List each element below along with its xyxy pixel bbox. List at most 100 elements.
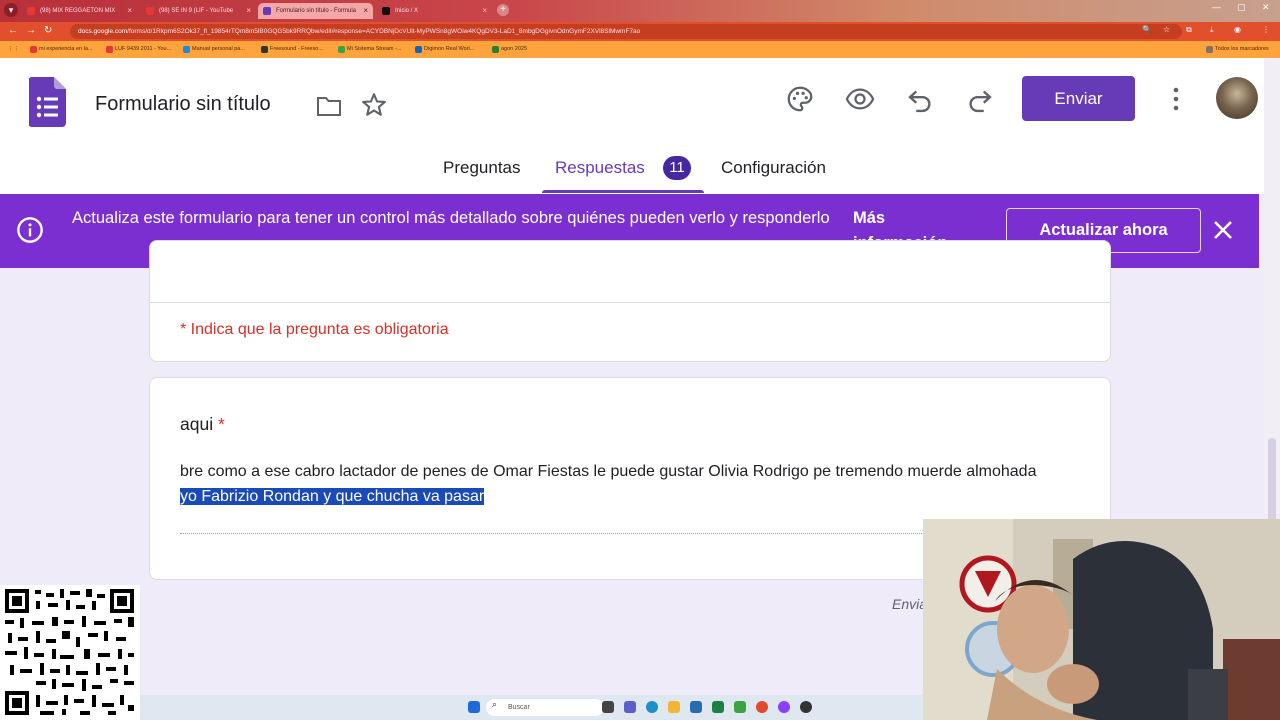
youtube-icon	[146, 7, 154, 15]
task-view-icon[interactable]	[602, 701, 614, 713]
store-icon[interactable]	[690, 701, 702, 713]
star-icon[interactable]	[360, 91, 388, 119]
youtube-icon	[27, 7, 35, 15]
edge-icon[interactable]	[646, 701, 658, 713]
tab-settings[interactable]: Configuración	[721, 158, 826, 178]
taskbar-search-placeholder: Buscar	[508, 704, 530, 711]
url-path: /forms/d/1Rkpm6S2Ok37_fl_19854rTQm8m5lB0…	[127, 28, 641, 35]
qr-code	[0, 585, 140, 720]
bookmark-label: LUF 9439 2011 - You...	[115, 46, 172, 52]
taskbar-search[interactable]: Buscar	[486, 699, 604, 716]
bookmark-star-icon[interactable]: ☆	[1163, 25, 1170, 34]
close-tab-icon[interactable]: ×	[246, 3, 251, 19]
bookmark-item[interactable]: Digimon Real Worl...	[415, 44, 474, 55]
webcam-overlay	[923, 519, 1280, 720]
tab-search-icon[interactable]: ▾	[4, 3, 18, 17]
preview-eye-icon[interactable]	[845, 84, 875, 114]
x-icon	[382, 7, 390, 15]
divider	[150, 302, 1110, 303]
bookmark-label: agon 2025	[501, 46, 527, 52]
undo-icon[interactable]	[905, 84, 935, 114]
answer-field[interactable]: bre como a ese cabro lactador de penes d…	[180, 459, 1060, 509]
tab-questions[interactable]: Preguntas	[443, 158, 521, 178]
redo-icon[interactable]	[965, 84, 995, 114]
url-host: docs.google.com	[78, 28, 128, 35]
bookmark-label: Mi Sistema Stream -...	[347, 46, 402, 52]
browser-tab-active[interactable]: Formulario sin título - Formula ×	[258, 3, 373, 19]
bookmark-item[interactable]: mi experiencia en la...	[30, 44, 93, 55]
responses-count-badge: 11	[663, 156, 691, 180]
bookmark-label: Digimon Real Worl...	[424, 46, 475, 52]
close-icon[interactable]	[1212, 219, 1234, 241]
browser-tab[interactable]: Inicio / X ×	[377, 3, 492, 19]
maximize-icon[interactable]: ▢	[1237, 2, 1246, 13]
apps-icon[interactable]: ⋮⋮	[8, 44, 19, 55]
answer-selected-text: yo Fabrizio Rondan y que chucha va pasar	[180, 488, 485, 505]
browser-tab-bar: ▾ (98) MIX REGGAETON MIX × (98) SE IN 9 …	[0, 0, 1280, 22]
download-icon[interactable]: ⤓	[1210, 25, 1214, 35]
submit-label: Envia	[892, 596, 928, 612]
form-header-card: * Indica que la pregunta es obligatoria	[149, 240, 1111, 362]
bookmark-item[interactable]: Mi Sistema Stream -...	[338, 44, 401, 55]
windows-start-icon[interactable]	[468, 701, 480, 713]
palette-icon[interactable]	[785, 84, 815, 114]
bookmark-item[interactable]: LUF 9439 2011 - You...	[106, 44, 171, 55]
send-button[interactable]: Enviar	[1022, 76, 1135, 121]
tab-label: Formulario sin título - Formula	[276, 8, 357, 14]
excel-icon[interactable]	[712, 701, 724, 713]
more-options-icon[interactable]	[1166, 86, 1186, 112]
tab-label: (98) MIX REGGAETON MIX	[40, 8, 116, 14]
close-window-icon[interactable]: ✕	[1262, 2, 1270, 13]
address-bar: ← → ↻ docs.google.com/forms/d/1Rkpm6S2Ok…	[0, 22, 1280, 41]
bookmarks-bar: ⋮⋮ mi experiencia en la... LUF 9439 2011…	[0, 41, 1280, 58]
back-icon[interactable]: ←	[8, 25, 18, 36]
reload-icon[interactable]: ↻	[44, 25, 52, 36]
zoom-icon[interactable]: 🔍	[1142, 25, 1152, 34]
form-title[interactable]: Formulario sin título	[95, 93, 271, 116]
google-forms-logo[interactable]	[29, 77, 66, 127]
form-tabs: Preguntas Respuestas 11 Configuración	[0, 154, 1280, 194]
url-field[interactable]: docs.google.com/forms/d/1Rkpm6S2Ok37_fl_…	[70, 24, 1182, 39]
file-explorer-icon[interactable]	[668, 701, 680, 713]
xbox-icon[interactable]	[734, 701, 746, 713]
answer-text: bre como a ese cabro lactador de penes d…	[180, 463, 1037, 480]
close-tab-icon[interactable]: ×	[482, 3, 487, 19]
tab-label: (98) SE IN 9 (LIF - YouTube	[159, 8, 234, 14]
bookmark-label: mi experiencia en la...	[39, 46, 93, 52]
banner-message: Actualiza este formulario para tener un …	[72, 209, 830, 227]
close-tab-icon[interactable]: ×	[363, 3, 368, 19]
app-icon[interactable]	[778, 701, 790, 713]
search-icon: ⌕	[492, 699, 498, 709]
required-asterisk: *	[217, 414, 225, 434]
obs-icon[interactable]	[800, 701, 812, 713]
required-note: * Indica que la pregunta es obligatoria	[180, 321, 449, 338]
tab-label: Inicio / X	[395, 8, 419, 14]
extensions-icon[interactable]: ⧉	[1186, 25, 1192, 35]
forms-header: Formulario sin título Enviar Preguntas R…	[0, 58, 1280, 194]
active-tab-indicator	[542, 190, 704, 193]
bookmark-label: Todos los marcadores	[1215, 46, 1269, 52]
bookmark-item[interactable]: Manual personal pa...	[183, 44, 245, 55]
browser-tab[interactable]: (98) MIX REGGAETON MIX ×	[22, 3, 137, 19]
windows-taskbar: Buscar ⌕	[140, 695, 923, 720]
question-title: aqui *	[180, 414, 225, 435]
teams-icon[interactable]	[624, 701, 636, 713]
all-bookmarks[interactable]: Todos los marcadores	[1206, 44, 1269, 55]
chrome-icon[interactable]	[756, 701, 768, 713]
tab-responses[interactable]: Respuestas	[555, 158, 645, 178]
minimize-icon[interactable]: —	[1212, 2, 1221, 12]
avatar[interactable]	[1216, 77, 1258, 119]
new-tab-button[interactable]: +	[497, 4, 509, 16]
bookmark-item[interactable]: agon 2025	[492, 44, 527, 55]
bookmark-label: Manual personal pa...	[192, 46, 245, 52]
profile-icon[interactable]: ◉	[1234, 25, 1241, 34]
info-icon	[17, 217, 43, 243]
bookmark-label: Freesound - Freeso...	[270, 46, 323, 52]
close-tab-icon[interactable]: ×	[127, 3, 132, 19]
folder-icon[interactable]	[316, 95, 342, 117]
bookmark-item[interactable]: Freesound - Freeso...	[261, 44, 323, 55]
browser-tab[interactable]: (98) SE IN 9 (LIF - YouTube ×	[141, 3, 256, 19]
browser-menu-icon[interactable]: ⋮	[1262, 25, 1270, 34]
forms-icon	[263, 7, 271, 15]
forward-icon[interactable]: →	[26, 25, 36, 36]
